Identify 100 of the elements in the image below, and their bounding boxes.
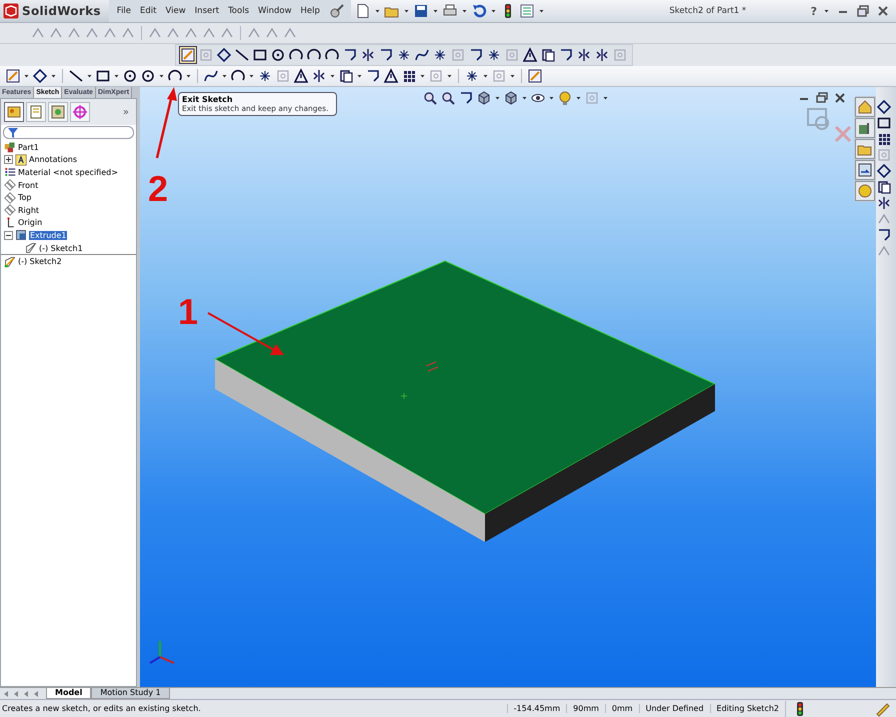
restore-icon[interactable] xyxy=(816,92,828,104)
part-icon xyxy=(4,141,16,154)
view-cube-icon[interactable] xyxy=(503,90,519,106)
new-document-icon[interactable] xyxy=(354,3,371,19)
zoom-icon[interactable] xyxy=(440,90,456,106)
tree-item[interactable]: Material <not specified> xyxy=(18,168,118,177)
warning-icon[interactable] xyxy=(522,47,538,63)
dimension-icon[interactable] xyxy=(216,47,232,63)
close-icon[interactable] xyxy=(834,92,846,104)
expander-icon[interactable] xyxy=(4,230,13,240)
trim-icon[interactable] xyxy=(378,47,394,63)
pin-icon[interactable] xyxy=(328,3,345,19)
point-icon[interactable] xyxy=(257,68,273,84)
tree-item[interactable]: (-) Sketch1 xyxy=(39,244,83,253)
mirror-icon[interactable] xyxy=(360,47,376,63)
bulb-icon[interactable] xyxy=(557,90,573,106)
panel-tab[interactable] xyxy=(70,102,90,122)
model-tab[interactable]: Model xyxy=(46,688,92,699)
zoom-icon[interactable] xyxy=(422,90,438,106)
close-icon[interactable] xyxy=(876,4,890,18)
spline-icon[interactable] xyxy=(203,68,219,84)
menu-item[interactable]: Insert xyxy=(194,6,220,16)
point-icon[interactable] xyxy=(464,68,480,84)
panel-tab[interactable] xyxy=(48,102,68,122)
panel-tab[interactable] xyxy=(26,102,46,122)
point-icon[interactable] xyxy=(396,47,412,63)
restore-icon[interactable] xyxy=(856,4,870,18)
offset-icon[interactable] xyxy=(540,47,556,63)
tree-item[interactable]: Top xyxy=(18,193,32,202)
expander-icon[interactable] xyxy=(4,155,13,164)
model-tab[interactable]: Motion Study 1 xyxy=(91,688,170,699)
axis-triad-drawing xyxy=(149,641,174,664)
offset-icon[interactable] xyxy=(338,68,354,84)
annotation-number: 2 xyxy=(148,171,168,207)
save-icon[interactable] xyxy=(412,3,429,19)
filter-field[interactable] xyxy=(3,126,134,139)
tree-item[interactable]: Origin xyxy=(18,218,42,228)
undo-icon[interactable] xyxy=(470,3,487,19)
task-pane-tab[interactable] xyxy=(855,139,875,159)
trim-icon[interactable] xyxy=(558,47,574,63)
trim-icon[interactable] xyxy=(365,68,381,84)
task-pane-tab[interactable] xyxy=(855,97,875,117)
trim-icon[interactable] xyxy=(458,90,474,106)
mirror-icon[interactable] xyxy=(876,195,892,211)
task-pane-tab[interactable] xyxy=(855,160,875,180)
plane-icon xyxy=(4,204,16,216)
tree-item[interactable]: Annotations xyxy=(29,155,78,164)
offset-icon[interactable] xyxy=(876,179,892,195)
view-cube-icon[interactable] xyxy=(476,90,492,106)
tree-item[interactable]: Front xyxy=(18,180,38,190)
tree-item[interactable]: Part1 xyxy=(18,142,39,152)
dimension-icon[interactable] xyxy=(32,68,48,84)
mirror-icon[interactable] xyxy=(311,68,327,84)
tree-item[interactable]: Right xyxy=(18,206,40,215)
dimension-icon[interactable] xyxy=(876,163,892,179)
warning-icon[interactable] xyxy=(383,68,399,84)
point-icon[interactable] xyxy=(486,47,502,63)
expand-button[interactable]: » xyxy=(122,106,133,118)
sketch-pencil-icon[interactable] xyxy=(5,68,21,84)
logo-text: SolidWorks xyxy=(22,4,101,18)
menu-item[interactable]: View xyxy=(166,6,186,16)
pattern-icon[interactable] xyxy=(401,68,417,84)
panel-tab[interactable] xyxy=(4,102,24,122)
spline-icon[interactable] xyxy=(414,47,430,63)
rectangle-icon[interactable] xyxy=(252,47,268,63)
menu-item[interactable]: Help xyxy=(300,6,320,16)
rectangle-icon[interactable] xyxy=(95,68,111,84)
line-icon[interactable] xyxy=(234,47,250,63)
menu-item[interactable]: Window xyxy=(258,6,292,16)
tree-item[interactable]: Extrude1 xyxy=(29,230,68,240)
trim-icon[interactable] xyxy=(342,47,358,63)
sketch-pencil-icon[interactable] xyxy=(527,68,543,84)
sketch-icon xyxy=(4,256,16,268)
help-button[interactable]: ? xyxy=(810,4,817,18)
menu-item[interactable]: File xyxy=(116,6,132,16)
trim-icon[interactable] xyxy=(876,227,892,243)
mirror-icon[interactable] xyxy=(576,47,592,63)
circle-icon[interactable] xyxy=(122,68,138,84)
rectangle-icon[interactable] xyxy=(876,115,892,131)
status-editing: Editing Sketch2 xyxy=(710,704,785,713)
task-pane-tab[interactable] xyxy=(855,118,875,138)
pattern-icon[interactable] xyxy=(876,131,892,147)
dimension-icon[interactable] xyxy=(876,99,892,115)
circle-icon[interactable] xyxy=(140,68,156,84)
circle-icon[interactable] xyxy=(270,47,286,63)
trim-icon[interactable] xyxy=(468,47,484,63)
sketch-pencil-icon[interactable] xyxy=(180,47,196,63)
line-icon[interactable] xyxy=(68,68,84,84)
menu-item[interactable]: Tools xyxy=(228,6,250,16)
task-pane-tab[interactable] xyxy=(855,181,875,201)
status-message: Creates a new sketch, or edits an existing sketch. xyxy=(2,704,202,713)
mirror-icon[interactable] xyxy=(594,47,610,63)
warning-icon[interactable] xyxy=(293,68,309,84)
appearance-icon xyxy=(857,183,873,199)
tree-item[interactable]: (-) Sketch2 xyxy=(18,257,62,266)
options-icon[interactable] xyxy=(518,3,535,19)
point-icon[interactable] xyxy=(432,47,448,63)
menu-item[interactable]: Edit xyxy=(140,6,156,16)
home-icon xyxy=(857,99,873,115)
sketch-icon xyxy=(25,242,37,254)
